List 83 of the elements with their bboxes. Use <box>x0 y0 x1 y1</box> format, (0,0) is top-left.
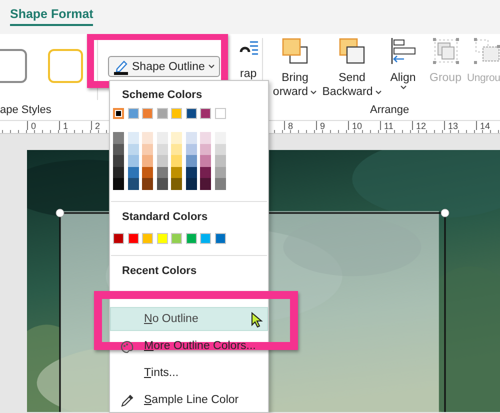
send-backward-button[interactable]: Send Backward <box>323 34 381 100</box>
shade-swatch[interactable] <box>200 132 211 144</box>
color-swatch[interactable] <box>142 232 153 244</box>
group-label: ape Styles <box>0 104 52 116</box>
color-swatch[interactable] <box>113 108 124 119</box>
shade-swatch[interactable] <box>142 155 153 167</box>
cursor-icon <box>251 312 263 328</box>
color-swatch[interactable] <box>156 108 168 119</box>
color-swatch[interactable] <box>214 108 226 119</box>
section-heading: Scheme Colors <box>121 89 204 101</box>
shade-swatch[interactable] <box>214 155 226 167</box>
shade-swatch[interactable] <box>171 144 182 156</box>
color-swatch[interactable] <box>171 232 182 244</box>
shade-swatch[interactable] <box>113 178 124 190</box>
align-icon <box>389 37 417 65</box>
color-swatch[interactable] <box>186 232 196 244</box>
shade-swatch[interactable] <box>128 144 138 156</box>
shade-swatch[interactable] <box>214 166 226 178</box>
color-swatch[interactable] <box>171 108 182 119</box>
section-heading: Recent Colors <box>121 264 198 277</box>
shade-swatch[interactable] <box>142 132 153 144</box>
wrap-text-label: rap <box>240 68 257 80</box>
shade-swatch[interactable] <box>214 132 226 144</box>
shade-swatch[interactable] <box>156 178 168 190</box>
menu-item[interactable]: Tints... <box>110 360 268 385</box>
caret-icon <box>208 64 215 69</box>
shade-swatch[interactable] <box>186 132 196 144</box>
shade-swatch[interactable] <box>214 178 226 190</box>
shade-swatch[interactable] <box>156 144 168 156</box>
shade-swatch[interactable] <box>156 132 168 144</box>
shade-swatch[interactable] <box>186 144 196 156</box>
shade-swatch[interactable] <box>200 166 211 178</box>
shade-swatch[interactable] <box>171 166 182 178</box>
pen-icon <box>113 58 129 74</box>
shade-swatch[interactable] <box>200 144 211 156</box>
shade-swatch[interactable] <box>171 132 182 144</box>
shade-swatch[interactable] <box>186 178 196 190</box>
ribbon-tab[interactable]: Shape Format <box>10 7 94 26</box>
shade-swatch[interactable] <box>113 155 124 167</box>
shade-swatch[interactable] <box>200 178 211 190</box>
shade-swatch[interactable] <box>113 144 124 156</box>
align-button[interactable]: Align <box>381 34 425 100</box>
bring-forward-icon <box>281 37 309 65</box>
shape-outline-button[interactable]: Shape Outline <box>108 56 220 77</box>
shade-swatch[interactable] <box>128 178 138 190</box>
shade-swatch[interactable] <box>128 132 138 144</box>
shade-swatch[interactable] <box>156 166 168 178</box>
menu-item[interactable]: No Outline <box>110 306 268 331</box>
shade-swatch[interactable] <box>142 178 153 190</box>
shade-swatch[interactable] <box>214 144 226 156</box>
shade-swatch[interactable] <box>200 155 211 167</box>
shade-swatch[interactable] <box>113 132 124 144</box>
menu-item[interactable]: More Outline Colors... <box>110 334 268 358</box>
color-swatch[interactable] <box>200 232 211 244</box>
color-swatch[interactable] <box>142 108 153 119</box>
shade-swatch[interactable] <box>171 155 182 167</box>
eyedropper-icon <box>120 394 134 408</box>
shade-swatch[interactable] <box>171 178 182 190</box>
send-backward-icon <box>338 37 366 65</box>
palette-icon <box>120 340 134 354</box>
shape-style-preview[interactable] <box>0 49 27 83</box>
shade-swatch[interactable] <box>128 155 138 167</box>
ungroup-icon <box>473 37 500 65</box>
group-label: Arrange <box>370 104 410 116</box>
shade-swatch[interactable] <box>142 144 153 156</box>
color-swatch[interactable] <box>200 108 211 119</box>
color-swatch[interactable] <box>128 232 138 244</box>
section-heading: Standard Colors <box>121 210 209 223</box>
shade-swatch[interactable] <box>156 155 168 167</box>
group-icon <box>432 37 460 65</box>
color-swatch[interactable] <box>214 232 226 244</box>
shade-swatch[interactable] <box>113 166 124 178</box>
color-swatch[interactable] <box>128 108 138 119</box>
shape-style-preview[interactable] <box>48 49 83 83</box>
shade-swatch[interactable] <box>186 166 196 178</box>
shade-swatch[interactable] <box>186 155 196 167</box>
color-swatch[interactable] <box>156 232 168 244</box>
shade-swatch[interactable] <box>142 166 153 178</box>
color-swatch[interactable] <box>113 232 124 244</box>
shade-swatch[interactable] <box>128 166 138 178</box>
color-swatch[interactable] <box>186 108 196 119</box>
menu-item[interactable]: Sample Line Color <box>110 388 268 412</box>
bring-forward-button[interactable]: Bring orward <box>267 34 323 100</box>
